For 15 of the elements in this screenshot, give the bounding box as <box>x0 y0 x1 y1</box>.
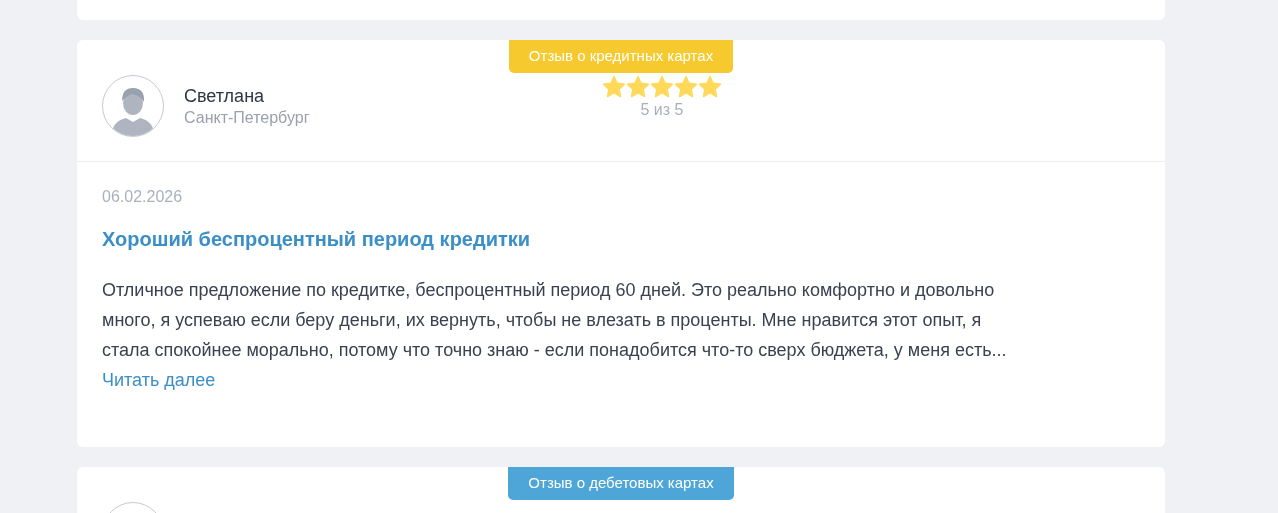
star-icon <box>698 75 722 99</box>
rating-text: 5 из 5 <box>640 101 684 119</box>
read-more-link[interactable]: Читать далее <box>102 365 216 395</box>
category-badge: Отзыв о кредитных картах <box>508 40 734 73</box>
star-icon <box>674 75 698 99</box>
review-title: Хороший беспроцентный период кредитки <box>102 228 531 251</box>
avatar-icon <box>102 75 164 137</box>
category-badge: Отзыв о дебетовых картах <box>508 467 734 500</box>
star-icon <box>602 75 626 99</box>
star-icon <box>650 75 674 99</box>
author-name: Светлана <box>184 85 266 107</box>
star-icon <box>626 75 650 99</box>
review-date: 06.02.2026 <box>102 188 183 206</box>
author-city: Санкт-Петербург <box>184 108 311 127</box>
review-text: Отличное предложение по кредитке, беспроцентный период 60 дней. Это реально комфортно и довольно много, я успеваю если беру деньги, их вернуть, чтобы не влезать в проценты. Мне нравится этот опыт, я стала спокойнее морально, потому что точно знаю - если понадобится что-то сверх бюджета, у меня есть... <box>102 279 1008 362</box>
